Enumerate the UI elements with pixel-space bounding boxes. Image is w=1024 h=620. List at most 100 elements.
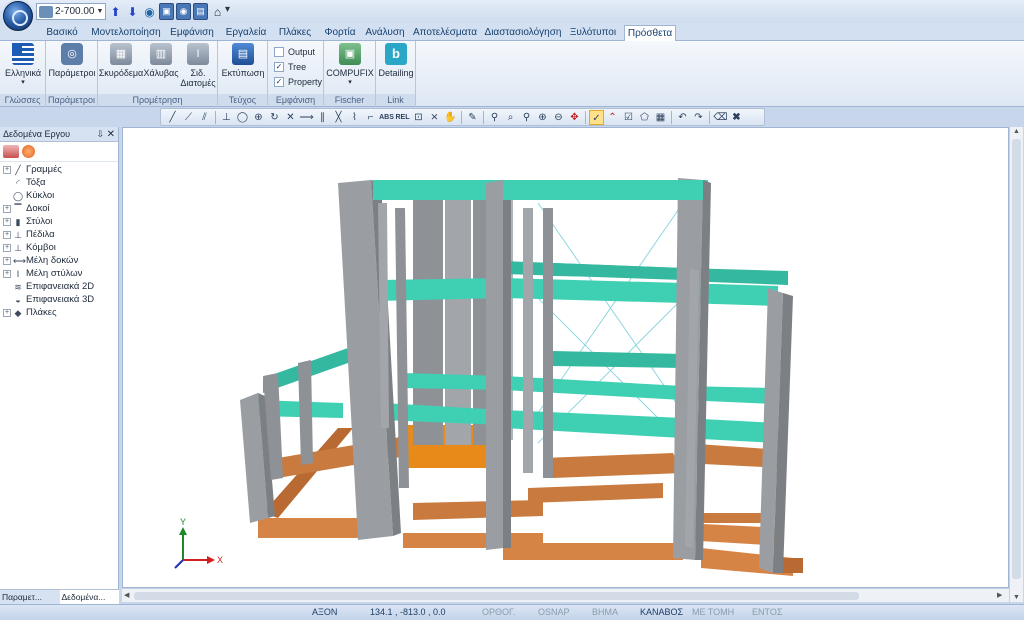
horizontal-scroll-thumb[interactable] xyxy=(134,592,859,600)
expand-icon[interactable]: + xyxy=(3,256,11,265)
delete-line-icon[interactable]: ⨯ xyxy=(427,110,442,125)
undo-icon[interactable]: ↶ xyxy=(675,110,690,125)
vertical-scrollbar[interactable]: ▲ ▼ xyxy=(1009,127,1023,602)
status-step[interactable]: ΒΗΜΑ xyxy=(592,607,618,617)
scroll-down-icon[interactable]: ▼ xyxy=(1013,594,1020,601)
property-checkbox[interactable]: ✓ Property xyxy=(274,74,322,89)
pencil-icon[interactable]: ✎ xyxy=(465,110,480,125)
tree-item-slabs[interactable]: + ◆ Πλάκες xyxy=(0,306,118,319)
perpendicular-icon[interactable]: ⊥ xyxy=(219,110,234,125)
tree-item-surfaces-2d[interactable]: ≋ Επιφανειακά 2D xyxy=(0,280,118,293)
globe-icon[interactable]: ◉ xyxy=(142,3,157,20)
zoom-in-icon[interactable]: ⊕ xyxy=(535,110,550,125)
status-axis[interactable]: ΑΞΟΝ xyxy=(312,607,337,617)
tab-modeling[interactable]: Μοντελοποίηση xyxy=(88,25,164,41)
tree-item-beam-members[interactable]: + ⟷ Μέλη δοκών xyxy=(0,254,118,267)
expand-icon[interactable]: + xyxy=(3,243,11,252)
rotate-icon[interactable]: ↻ xyxy=(267,110,282,125)
application-menu-button[interactable] xyxy=(3,1,33,31)
polyline-tool-icon[interactable]: ⟋ xyxy=(181,110,196,125)
tab-results[interactable]: Αποτελέσματα xyxy=(408,25,482,41)
tab-slabs[interactable]: Πλάκες xyxy=(272,25,318,41)
vertical-scroll-thumb[interactable] xyxy=(1012,139,1021,579)
extend-icon[interactable]: ⟶ xyxy=(299,110,314,125)
intersect-icon[interactable]: ╳ xyxy=(331,110,346,125)
parameters-button[interactable]: ◎ Παράμετροι xyxy=(48,43,96,78)
tree-item-nodes[interactable]: + ⊥ Κόμβοι xyxy=(0,241,118,254)
line-tool-icon[interactable]: ╱ xyxy=(165,110,180,125)
tab-formworks[interactable]: Ξυλότυποι xyxy=(564,25,622,41)
fillet-icon[interactable]: ⌐ xyxy=(363,110,378,125)
view-3d-icon[interactable]: ▣ xyxy=(159,3,174,20)
trim-icon[interactable]: ✕ xyxy=(283,110,298,125)
hand-icon[interactable]: ✋ xyxy=(443,110,458,125)
tree-item-beams[interactable]: + ▔ Δοκοί xyxy=(0,202,118,215)
close-icon[interactable]: ✖ xyxy=(729,110,744,125)
expand-icon[interactable]: + xyxy=(3,217,11,226)
status-ortho[interactable]: ΟΡΘΟΓ. xyxy=(482,607,515,617)
break-icon[interactable]: ⌇ xyxy=(347,110,362,125)
snap-icon[interactable]: ⊡ xyxy=(411,110,426,125)
tab-parameters-panel[interactable]: Παραμετ... xyxy=(0,590,60,605)
status-section[interactable]: ΜΕ ΤΟΜΗ xyxy=(692,607,734,617)
customize-quick-access-icon[interactable]: ▾ xyxy=(225,4,230,15)
close-icon[interactable]: ✕ xyxy=(107,127,115,142)
expand-icon[interactable]: + xyxy=(3,165,11,174)
zoom-out-icon[interactable]: ⊖ xyxy=(551,110,566,125)
tree-filter-icon[interactable] xyxy=(3,145,19,158)
tree-checkbox[interactable]: ✓ Tree xyxy=(274,59,322,74)
layers-icon[interactable]: ▦ xyxy=(653,110,668,125)
pan-icon[interactable]: ✥ xyxy=(567,110,582,125)
steel-button[interactable]: ▥ Χάλυβας xyxy=(143,43,179,78)
property-checkbox-box[interactable]: ✓ xyxy=(274,76,284,87)
target-icon[interactable]: ⊕ xyxy=(251,110,266,125)
horizontal-scrollbar[interactable]: ◀ ▶ xyxy=(122,588,1009,602)
tree-item-column-members[interactable]: + I Μέλη στύλων xyxy=(0,267,118,280)
clean-icon[interactable]: ⌫ xyxy=(713,110,728,125)
level-down-icon[interactable]: ⬇ xyxy=(125,3,140,20)
language-button[interactable]: Ελληνικά ▾ xyxy=(4,43,42,88)
redo-icon[interactable]: ↷ xyxy=(691,110,706,125)
refresh-icon[interactable] xyxy=(22,145,35,158)
select-polygon-icon[interactable]: ⬠ xyxy=(637,110,652,125)
concrete-button[interactable]: ▦ Σκυρόδεμα xyxy=(99,43,143,78)
eye-icon[interactable]: ◉ xyxy=(176,3,191,20)
tab-design[interactable]: Διαστασιολόγηση xyxy=(482,25,564,41)
tab-view[interactable]: Εμφάνιση xyxy=(164,25,220,41)
model-viewport[interactable]: Y X xyxy=(122,127,1009,588)
steel-sections-button[interactable]: I Σιδ. Διατομές xyxy=(180,43,216,88)
tree-item-columns[interactable]: + ▮ Στύλοι xyxy=(0,215,118,228)
expand-icon[interactable]: + xyxy=(3,204,11,213)
scroll-up-icon[interactable]: ▲ xyxy=(1013,128,1020,135)
tab-analysis[interactable]: Ανάλυση xyxy=(362,25,408,41)
tab-loads[interactable]: Φορτία xyxy=(318,25,362,41)
level-up-icon[interactable]: ⬆ xyxy=(108,3,123,20)
output-checkbox-box[interactable] xyxy=(274,46,284,57)
tree-item-lines[interactable]: + ╱ Γραμμές xyxy=(0,163,118,176)
expand-icon[interactable]: + xyxy=(3,308,11,317)
parallel-icon[interactable]: ∥ xyxy=(315,110,330,125)
level-combo[interactable]: 2-700.00 ▼ xyxy=(36,3,106,20)
output-checkbox[interactable]: Output xyxy=(274,44,322,59)
print-button[interactable]: ▤ Εκτύπωση xyxy=(220,43,266,78)
tab-tools[interactable]: Εργαλεία xyxy=(220,25,272,41)
scroll-right-icon[interactable]: ▶ xyxy=(997,591,1002,599)
select-polyline-icon[interactable]: ⌃ xyxy=(605,110,620,125)
save-icon[interactable]: ▤ xyxy=(193,3,208,20)
status-osnap[interactable]: OSNAP xyxy=(538,607,570,617)
expand-icon[interactable]: + xyxy=(3,269,11,278)
tab-addons[interactable]: Πρόσθετα xyxy=(624,25,676,41)
status-inside[interactable]: ΕΝΤΟΣ xyxy=(752,607,782,617)
tab-basic[interactable]: Βασικό xyxy=(36,25,88,41)
abs-coordinates-button[interactable]: ABS xyxy=(379,110,394,125)
circle-tool-icon[interactable]: ◯ xyxy=(235,110,250,125)
tree-item-arcs[interactable]: ◜ Τόξα xyxy=(0,176,118,189)
tree-item-surfaces-3d[interactable]: ◒ Επιφανειακά 3D xyxy=(0,293,118,306)
scroll-left-icon[interactable]: ◀ xyxy=(124,591,129,599)
rel-coordinates-button[interactable]: REL xyxy=(395,110,410,125)
status-grid[interactable]: ΚΑΝΑΒΟΣ xyxy=(640,607,683,617)
tab-project-data-panel[interactable]: Δεδομένα... xyxy=(59,590,119,605)
tree-item-footings[interactable]: + ⊥ Πέδιλα xyxy=(0,228,118,241)
offset-line-icon[interactable]: ⫽ xyxy=(197,110,212,125)
detailing-button[interactable]: b Detailing xyxy=(378,43,414,78)
